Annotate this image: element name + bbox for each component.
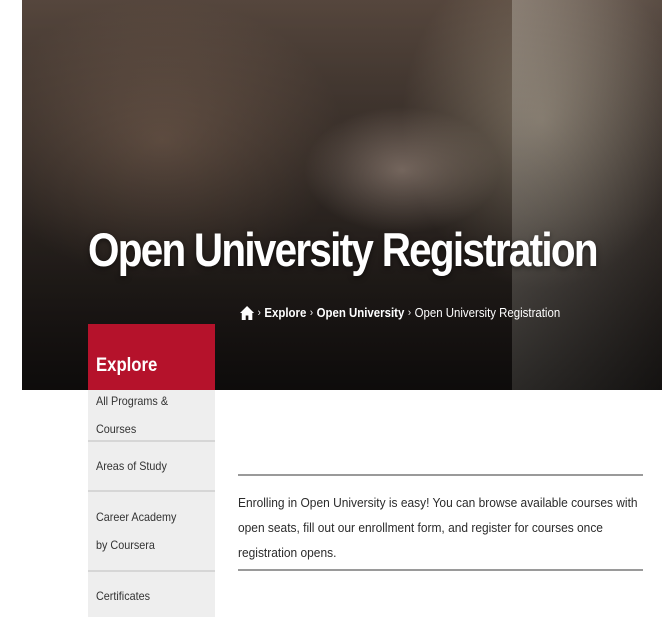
- sidebar-item-all-programs-courses[interactable]: All Programs & Courses: [88, 390, 215, 442]
- sidebar-item-label: All Programs & Courses: [96, 394, 169, 436]
- intro-paragraph: Enrolling in Open University is easy! Yo…: [238, 495, 638, 560]
- content-divider: [238, 569, 643, 571]
- breadcrumb-current: Open University Registration: [414, 305, 561, 320]
- sidebar-item-label: Areas of Study: [96, 459, 167, 473]
- breadcrumb-link-explore[interactable]: Explore: [264, 305, 306, 320]
- main-content: Enrolling in Open University is easy! Yo…: [238, 474, 643, 581]
- sidebar-item-label: Certificates: [96, 589, 151, 603]
- sidebar-header: Explore: [88, 324, 215, 390]
- page-title: Open University Registration: [88, 223, 599, 276]
- breadcrumb-separator: ›: [407, 306, 412, 319]
- breadcrumb-separator: ›: [257, 306, 261, 319]
- sidebar-nav: All Programs & Courses Areas of Study Ca…: [88, 390, 215, 617]
- sidebar-item-label: Career Academy by Coursera: [96, 510, 177, 552]
- home-icon[interactable]: [240, 305, 255, 320]
- breadcrumb: › Explore › Open University › Open Unive…: [240, 305, 560, 320]
- sidebar-item-certificates[interactable]: Certificates: [88, 572, 215, 617]
- breadcrumb-separator: ›: [309, 306, 314, 319]
- breadcrumb-link-open-university[interactable]: Open University: [317, 305, 405, 320]
- sidebar-item-career-academy[interactable]: Career Academy by Coursera: [88, 492, 215, 572]
- sidebar-header-label: Explore: [96, 355, 158, 376]
- sidebar-item-areas-of-study[interactable]: Areas of Study: [88, 442, 215, 492]
